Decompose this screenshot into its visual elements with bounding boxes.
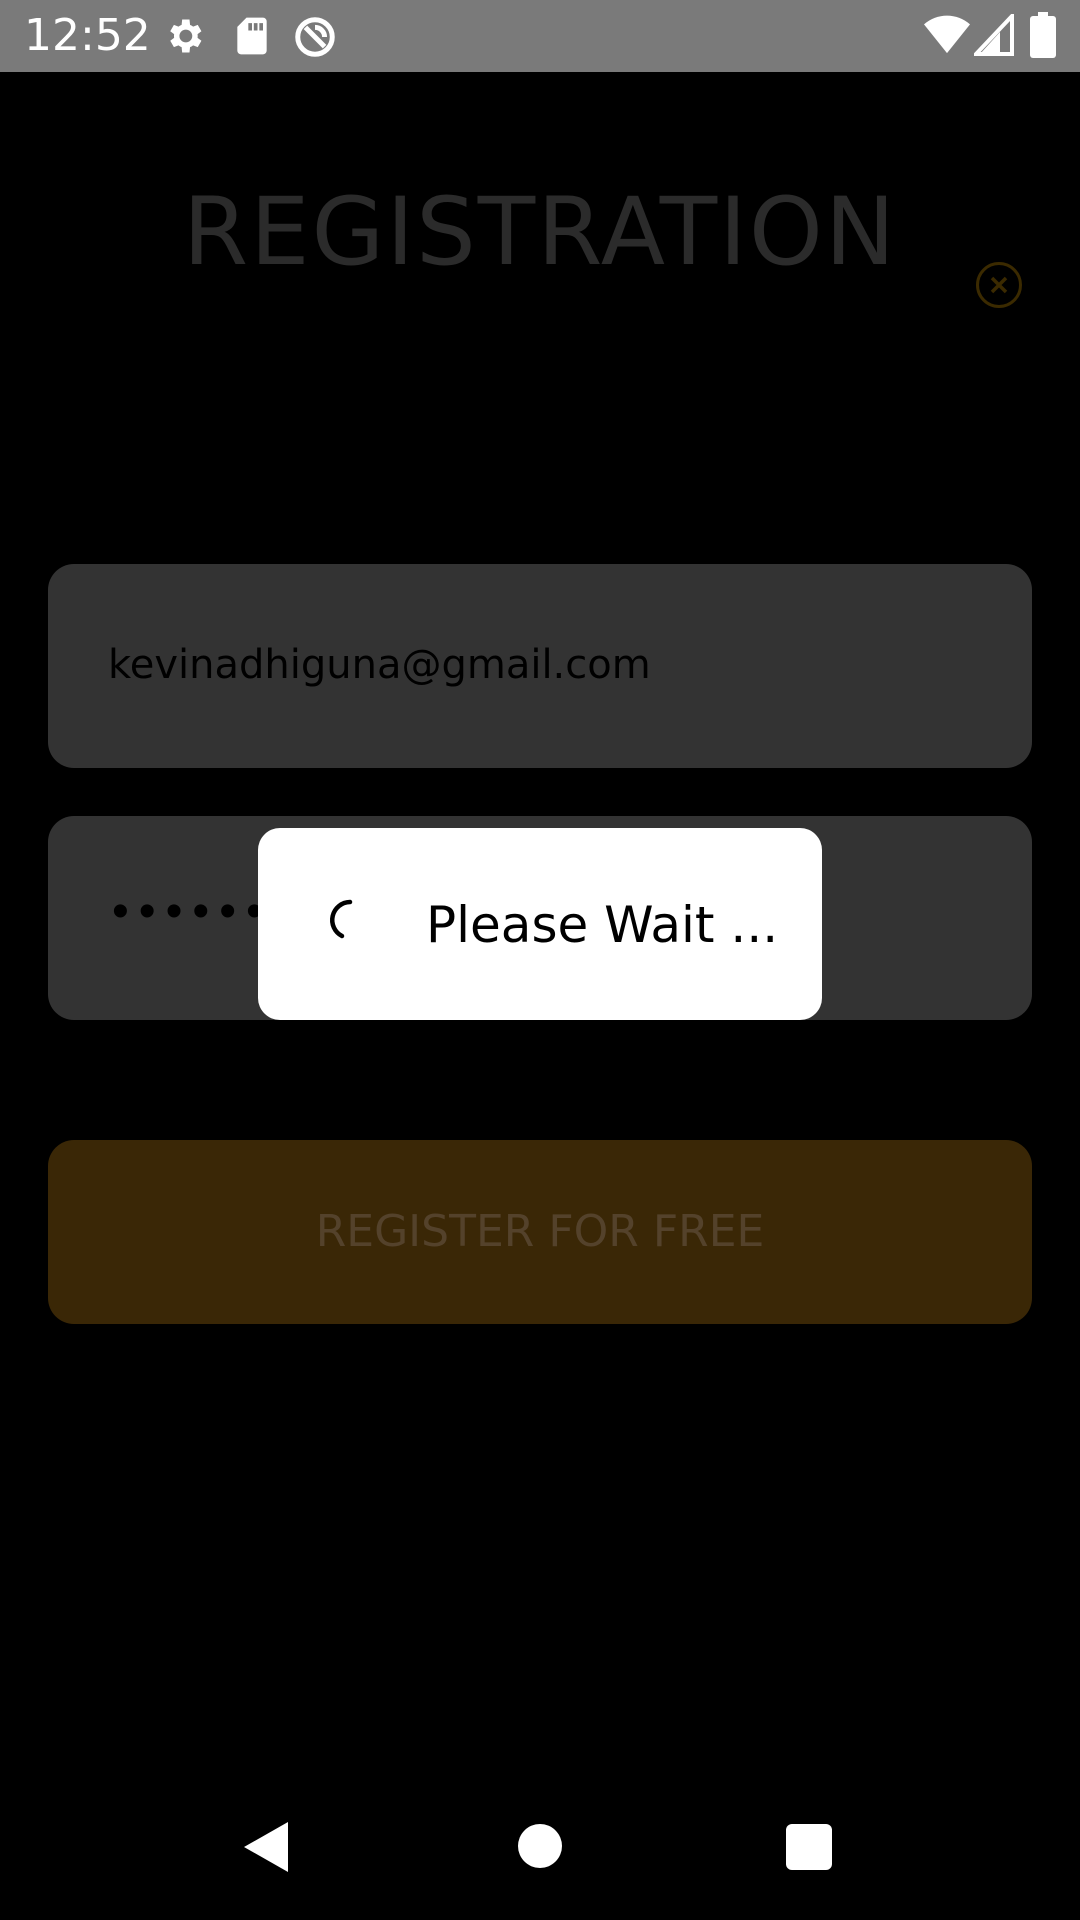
- data-saver-icon: [292, 14, 338, 65]
- sd-card-icon: [232, 14, 272, 63]
- cell-signal-icon: [971, 10, 1014, 61]
- wifi-icon: [924, 14, 970, 59]
- status-bar: 12:52: [0, 0, 1080, 72]
- page-title: REGISTRATION: [182, 178, 898, 287]
- recents-icon[interactable]: [786, 1824, 832, 1870]
- email-field[interactable]: kevinadhiguna@gmail.com: [48, 564, 1032, 768]
- back-icon[interactable]: [244, 1822, 288, 1872]
- register-button[interactable]: REGISTER FOR FREE: [48, 1140, 1032, 1324]
- status-time: 12:52: [24, 10, 151, 61]
- gear-icon: [162, 14, 206, 63]
- password-value: ••••••: [112, 885, 273, 938]
- spinner-icon: [322, 896, 368, 942]
- register-label: REGISTER FOR FREE: [315, 1206, 765, 1257]
- dialog-message: Please Wait ...: [426, 896, 779, 954]
- close-circle-icon[interactable]: [976, 262, 1022, 308]
- battery-icon: [1030, 12, 1056, 63]
- email-value: kevinadhiguna@gmail.com: [108, 642, 651, 688]
- home-icon[interactable]: [518, 1824, 562, 1868]
- loading-dialog: Please Wait ...: [258, 828, 822, 1020]
- navigation-bar: [0, 1768, 1080, 1920]
